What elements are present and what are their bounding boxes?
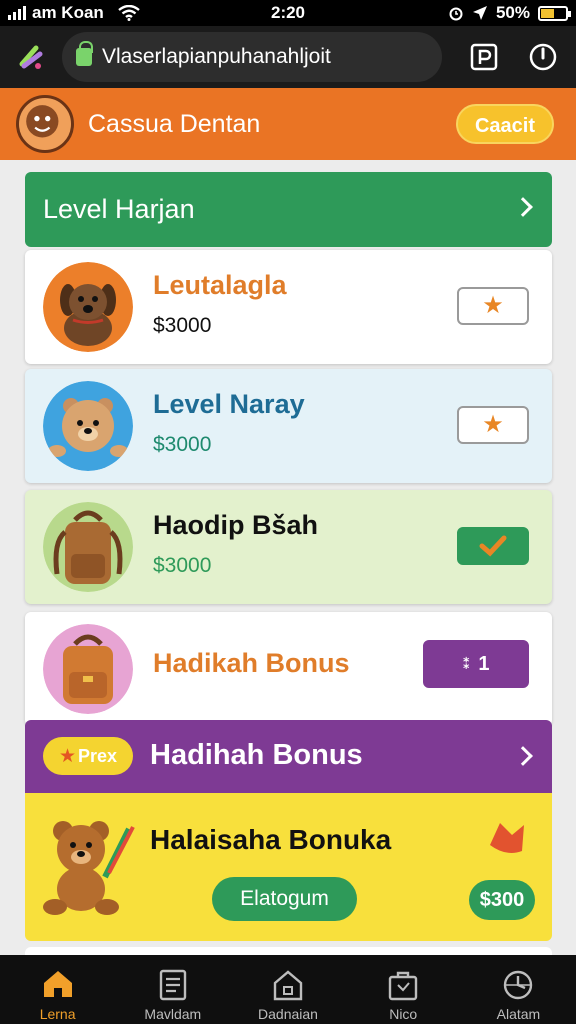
bonus-icon: ⁑ xyxy=(462,656,471,673)
list-item[interactable]: Level Naray $3000 ★ xyxy=(25,369,552,483)
count-value: 1 xyxy=(478,652,490,675)
chevron-right-icon xyxy=(513,197,533,217)
item-price: $3000 xyxy=(153,554,212,577)
home-icon xyxy=(43,971,72,997)
nav-item-mavldam[interactable]: Mavldam xyxy=(115,955,230,1024)
prex-badge: ★ Prex xyxy=(43,737,133,775)
menu-icon[interactable] xyxy=(527,41,559,73)
tabs-icon[interactable] xyxy=(468,41,500,73)
teddy-bear-image xyxy=(43,821,135,915)
address-bar[interactable]: Vlaserlapianpuhanahljoit xyxy=(62,32,442,82)
hat-icon xyxy=(490,823,524,853)
dog-avatar xyxy=(43,262,133,352)
list-item[interactable]: Leutalagla $3000 ★ xyxy=(25,250,552,364)
item-price: $3000 xyxy=(153,314,212,337)
claim-button[interactable]: Elatogum xyxy=(212,877,357,921)
location-icon xyxy=(472,6,487,20)
app-header: Cassua Dentan Caacit xyxy=(0,88,576,160)
level-header-label: Level Harjan xyxy=(43,194,195,224)
nav-label: Alatam xyxy=(496,1006,541,1022)
app-title: Cassua Dentan xyxy=(88,110,261,138)
bottom-nav: Lerna Mavldam Dadnaian Nico Alatam xyxy=(0,955,576,1024)
star-icon: ★ xyxy=(58,745,76,767)
star-icon: ★ xyxy=(482,411,504,438)
backpack-avatar xyxy=(43,502,133,592)
list-item[interactable]: Hadikah Bonus ⁑ 1 xyxy=(25,612,552,726)
nav-label: Dadnaian xyxy=(258,1006,318,1022)
bonus-card: Halaisaha Bonuka Elatogum $300 xyxy=(25,793,552,941)
nav-item-alatam[interactable]: Alatam xyxy=(461,955,576,1024)
nav-label: Nico xyxy=(389,1006,418,1022)
header-action-button[interactable]: Caacit xyxy=(456,104,554,144)
bonus-header[interactable]: ★ Prex Hadihah Bonus xyxy=(25,720,552,793)
favorite-button[interactable]: ★ xyxy=(457,287,529,325)
item-price: $3000 xyxy=(153,433,212,456)
check-button[interactable] xyxy=(457,527,529,565)
building-icon xyxy=(273,970,303,1001)
next-card-edge xyxy=(25,947,552,955)
status-bar: am Koan 2:20 50% xyxy=(0,0,576,26)
list-item[interactable]: Haodip Bšah $3000 xyxy=(25,490,552,604)
item-title: Level Naray xyxy=(153,389,305,419)
clock-icon xyxy=(504,970,533,1000)
chevron-right-icon xyxy=(513,746,533,766)
nav-item-home[interactable]: Lerna xyxy=(0,955,115,1024)
browser-bar: Vlaserlapianpuhanahljoit xyxy=(0,26,576,88)
star-icon: ★ xyxy=(482,292,504,319)
price-badge[interactable]: $300 xyxy=(469,880,535,920)
favorite-button[interactable]: ★ xyxy=(457,406,529,444)
item-title: Hadikah Bonus xyxy=(153,648,350,678)
app-logo-icon xyxy=(16,95,74,153)
url-text: Vlaserlapianpuhanahljoit xyxy=(102,45,331,68)
item-title: Haodip Bšah xyxy=(153,510,319,540)
nav-label: Lerna xyxy=(39,1006,76,1022)
nav-item-dadnaian[interactable]: Dadnaian xyxy=(230,955,345,1024)
battery-label: 50% xyxy=(495,3,530,22)
bonus-title: Halaisaha Bonuka xyxy=(150,824,392,855)
lock-icon xyxy=(76,41,93,66)
bag-icon xyxy=(389,971,418,1001)
badge-label: Prex xyxy=(78,745,118,766)
bag-avatar xyxy=(43,624,133,714)
document-icon xyxy=(159,969,186,1001)
level-header[interactable]: Level Harjan xyxy=(25,172,552,247)
battery-icon xyxy=(538,5,571,21)
count-button[interactable]: ⁑ 1 xyxy=(423,640,529,688)
check-icon xyxy=(479,535,507,557)
bear-avatar xyxy=(43,381,133,471)
item-title: Leutalagla xyxy=(153,270,287,300)
nav-item-nico[interactable]: Nico xyxy=(346,955,461,1024)
browser-logo-icon[interactable] xyxy=(16,42,46,72)
alarm-icon xyxy=(449,7,463,21)
bonus-header-title: Hadihah Bonus xyxy=(150,739,363,771)
nav-label: Mavldam xyxy=(144,1006,202,1022)
